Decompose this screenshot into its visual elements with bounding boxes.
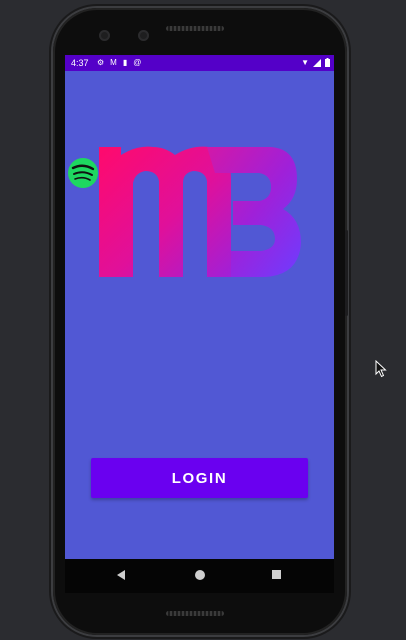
gear-icon: ⚙: [97, 58, 105, 67]
front-camera-left: [99, 30, 110, 41]
wifi-icon: ▼: [301, 58, 309, 67]
back-icon[interactable]: [117, 570, 125, 580]
power-button[interactable]: [345, 230, 348, 316]
battery-icon: [325, 58, 330, 67]
sim-card-icon: ▮: [122, 58, 128, 67]
logo-letter-m: [99, 146, 231, 277]
bottom-speaker: [166, 611, 224, 616]
front-camera-right: [138, 30, 149, 41]
app-screen: 4:37 ⚙ M ▮ @ ▼ LOGIN: [65, 55, 334, 559]
status-bar: 4:37 ⚙ M ▮ @ ▼: [65, 55, 334, 71]
status-time: 4:37: [71, 58, 89, 68]
signal-icon: [313, 58, 321, 67]
app-logo: [65, 125, 334, 285]
mouse-cursor-icon: [375, 360, 387, 378]
gmail-icon: M: [110, 58, 117, 67]
at-sign-icon: @: [133, 58, 142, 67]
recents-icon[interactable]: [272, 570, 281, 579]
top-speaker: [166, 26, 224, 31]
spotify-icon: [68, 158, 98, 188]
navigation-bar: [65, 559, 334, 593]
home-icon[interactable]: [195, 570, 205, 580]
login-button[interactable]: LOGIN: [91, 458, 308, 498]
